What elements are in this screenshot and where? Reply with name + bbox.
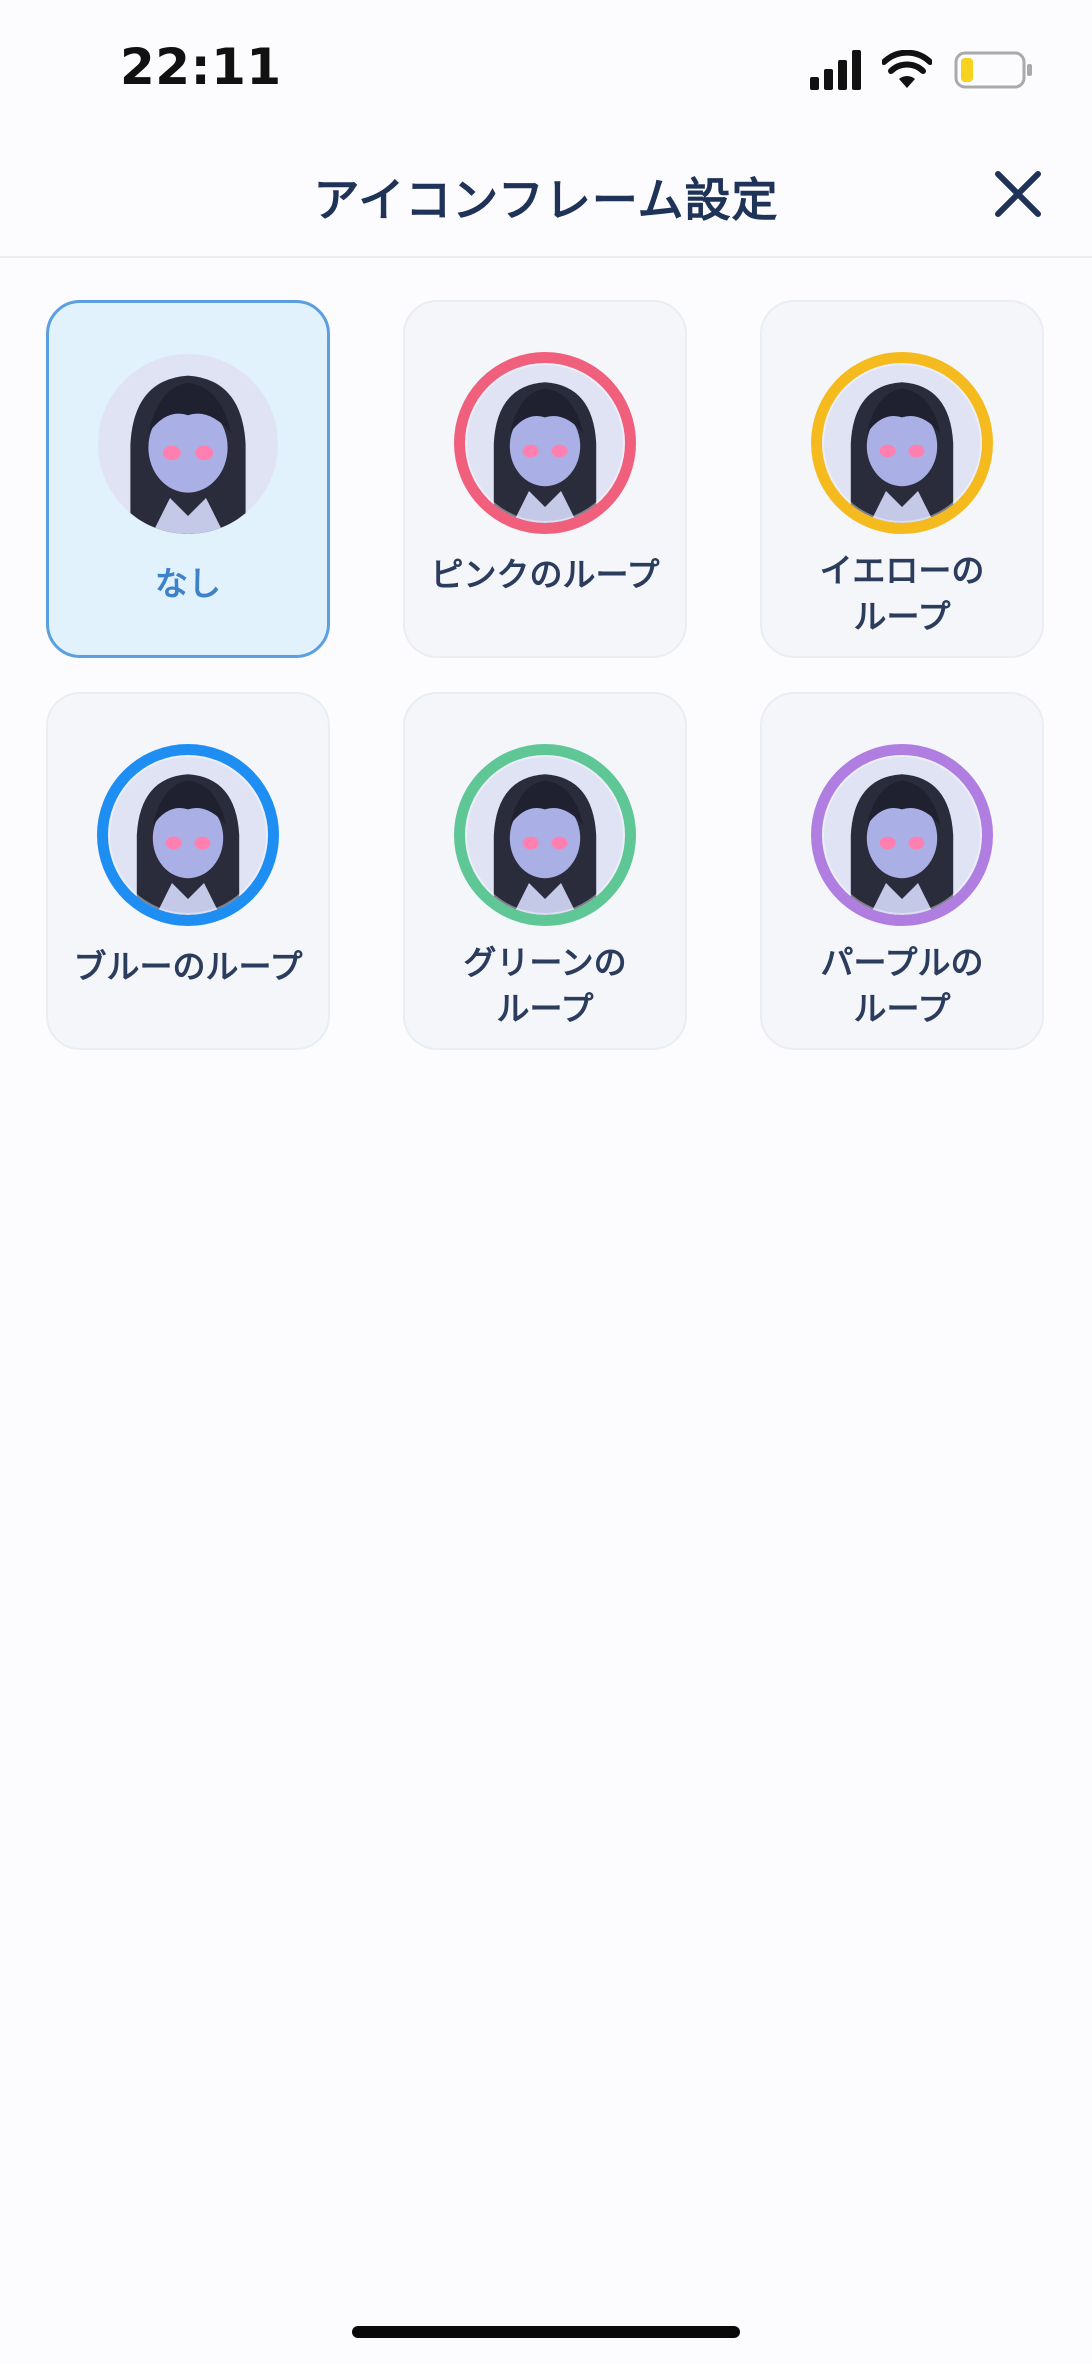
frame-label: パープルの ループ [820,943,984,1028]
header: アイコンフレーム設定 [0,140,1092,258]
avatar-preview [811,352,993,534]
avatar-preview [454,744,636,926]
page-title: アイコンフレーム設定 [313,173,779,227]
wifi-icon [882,50,932,88]
avatar-preview [811,744,993,926]
frame-option-green-loop[interactable]: グリーンの ループ [403,692,687,1050]
frame-option-yellow-loop[interactable]: イエローの ループ [760,300,1044,658]
frame-label: イエローの ループ [819,551,985,636]
blue-frame-ring [97,744,279,926]
avatar-preview [97,353,279,535]
green-frame-ring [454,744,636,926]
battery-icon [954,51,1032,89]
frame-option-pink-loop[interactable]: ピンクのループ [403,300,687,658]
avatar [98,354,278,534]
frame-option-purple-loop[interactable]: パープルの ループ [760,692,1044,1050]
frame-label: なし [155,564,221,603]
frame-label: ブルーのループ [73,947,303,986]
pink-frame-ring [454,352,636,534]
close-icon [995,171,1041,217]
close-button[interactable] [988,164,1048,224]
avatar-preview [454,352,636,534]
frame-option-none[interactable]: なし [46,300,330,658]
avatar-preview [97,744,279,926]
yellow-frame-ring [811,352,993,534]
status-time: 22:11 [120,38,282,96]
status-bar: 22:11 [0,0,1092,140]
frame-label: ピンクのループ [430,555,660,594]
signal-icon [810,50,861,90]
purple-frame-ring [811,744,993,926]
frame-option-blue-loop[interactable]: ブルーのループ [46,692,330,1050]
status-icons [810,50,1040,92]
home-indicator[interactable] [352,2326,740,2338]
frame-label: グリーンの ループ [463,943,627,1028]
